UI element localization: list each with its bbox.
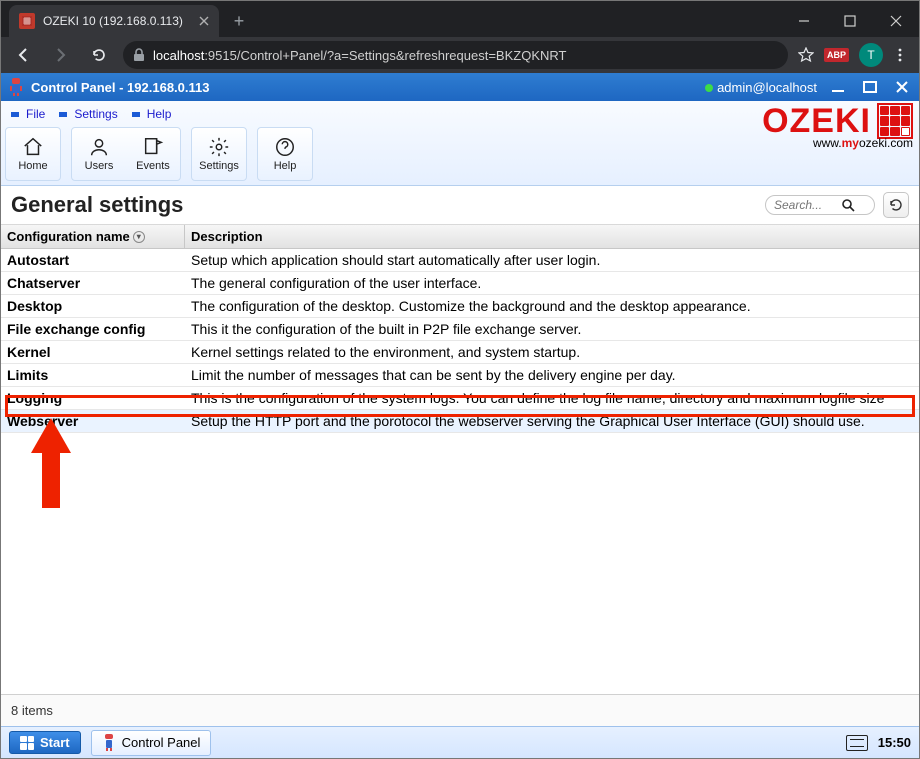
table-row[interactable]: LimitsLimit the number of messages that … — [1, 364, 919, 387]
menu-toolbar-area: File Settings Help Home Users Events Set… — [1, 101, 919, 186]
row-desc: The general configuration of the user in… — [185, 272, 919, 294]
row-name: Logging — [1, 387, 185, 409]
logo-grid-icon — [877, 103, 913, 139]
taskbar: Start Control Panel 15:50 — [1, 726, 919, 758]
table-row[interactable]: WebserverSetup the HTTP port and the por… — [1, 410, 919, 433]
row-name: Webserver — [1, 410, 185, 432]
row-desc: This it the configuration of the built i… — [185, 318, 919, 340]
profile-avatar[interactable]: T — [859, 43, 883, 67]
favicon-icon — [19, 13, 35, 29]
tab-strip: OZEKI 10 (192.168.0.113) + — [1, 1, 919, 37]
tab-close-icon[interactable] — [199, 16, 209, 26]
bookmark-star-icon[interactable] — [798, 47, 814, 63]
col-description[interactable]: Description — [185, 225, 919, 248]
new-tab-button[interactable]: + — [225, 7, 253, 35]
search-icon[interactable] — [842, 199, 855, 212]
refresh-button[interactable] — [883, 192, 909, 218]
tab-title: OZEKI 10 (192.168.0.113) — [43, 14, 183, 28]
row-desc: The configuration of the desktop. Custom… — [185, 295, 919, 317]
row-name: File exchange config — [1, 318, 185, 340]
settings-table: Configuration name ▾ Description Autosta… — [1, 225, 919, 694]
row-desc: This is the configuration of the system … — [185, 387, 919, 409]
url-text: localhost:9515/Control+Panel/?a=Settings… — [153, 48, 566, 63]
search-box[interactable] — [765, 195, 875, 215]
status-dot-icon — [705, 84, 713, 92]
row-desc: Setup which application should start aut… — [185, 249, 919, 271]
app-maximize-icon[interactable] — [859, 78, 881, 96]
toolbar-events-button[interactable]: Events — [128, 130, 178, 178]
row-name: Kernel — [1, 341, 185, 363]
taskbar-clock: 15:50 — [878, 735, 911, 750]
table-row[interactable]: KernelKernel settings related to the env… — [1, 341, 919, 364]
window-maximize-icon[interactable] — [827, 5, 873, 37]
table-header: Configuration name ▾ Description — [1, 225, 919, 249]
row-desc: Kernel settings related to the environme… — [185, 341, 919, 363]
table-row[interactable]: DesktopThe configuration of the desktop.… — [1, 295, 919, 318]
taskbar-app-button[interactable]: Control Panel — [91, 730, 212, 756]
table-row[interactable]: ChatserverThe general configuration of t… — [1, 272, 919, 295]
chrome-menu-icon[interactable] — [893, 48, 907, 62]
row-name: Chatserver — [1, 272, 185, 294]
start-grid-icon — [20, 736, 34, 750]
window-controls — [781, 5, 919, 37]
browser-chrome: OZEKI 10 (192.168.0.113) + localhost:951… — [1, 1, 919, 73]
nav-forward-icon[interactable] — [47, 41, 75, 69]
app-title-bar: Control Panel - 192.168.0.113 admin@loca… — [1, 73, 919, 101]
table-footer: 8 items — [1, 694, 919, 726]
row-name: Desktop — [1, 295, 185, 317]
page-title: General settings — [11, 192, 183, 218]
browser-tab[interactable]: OZEKI 10 (192.168.0.113) — [9, 5, 219, 37]
toolbar-help-button[interactable]: Help — [260, 130, 310, 178]
page-header: General settings — [1, 186, 919, 225]
abp-extension-icon[interactable]: ABP — [824, 48, 849, 62]
menu-settings[interactable]: Settings — [55, 105, 125, 123]
nav-back-icon[interactable] — [9, 41, 37, 69]
app-title: Control Panel - 192.168.0.113 — [31, 80, 209, 95]
row-name: Limits — [1, 364, 185, 386]
menu-help[interactable]: Help — [128, 105, 180, 123]
col-config-name[interactable]: Configuration name ▾ — [1, 225, 185, 248]
app-close-icon[interactable] — [891, 78, 913, 96]
row-desc: Setup the HTTP port and the porotocol th… — [185, 410, 919, 432]
address-bar: localhost:9515/Control+Panel/?a=Settings… — [1, 37, 919, 73]
menu-file[interactable]: File — [7, 105, 53, 123]
lock-icon — [133, 48, 145, 62]
toolbar-home-button[interactable]: Home — [8, 130, 58, 178]
table-row[interactable]: LoggingThis is the configuration of the … — [1, 387, 919, 410]
url-field[interactable]: localhost:9515/Control+Panel/?a=Settings… — [123, 41, 788, 69]
start-button[interactable]: Start — [9, 731, 81, 754]
app-robot-icon — [7, 76, 25, 98]
window-close-icon[interactable] — [873, 5, 919, 37]
toolbar-users-button[interactable]: Users — [74, 130, 124, 178]
row-desc: Limit the number of messages that can be… — [185, 364, 919, 386]
row-name: Autostart — [1, 249, 185, 271]
nav-reload-icon[interactable] — [85, 41, 113, 69]
toolbar-settings-button[interactable]: Settings — [194, 130, 244, 178]
brand-logo: OZEKI www.myozeki.com — [762, 103, 913, 149]
app-minimize-icon[interactable] — [827, 78, 849, 96]
app-user[interactable]: admin@localhost — [705, 80, 817, 95]
window-minimize-icon[interactable] — [781, 5, 827, 37]
sort-icon[interactable]: ▾ — [133, 231, 145, 243]
taskbar-app-icon — [102, 734, 116, 752]
keyboard-icon[interactable] — [846, 735, 868, 751]
search-input[interactable] — [772, 197, 842, 213]
table-row[interactable]: AutostartSetup which application should … — [1, 249, 919, 272]
table-row[interactable]: File exchange configThis it the configur… — [1, 318, 919, 341]
